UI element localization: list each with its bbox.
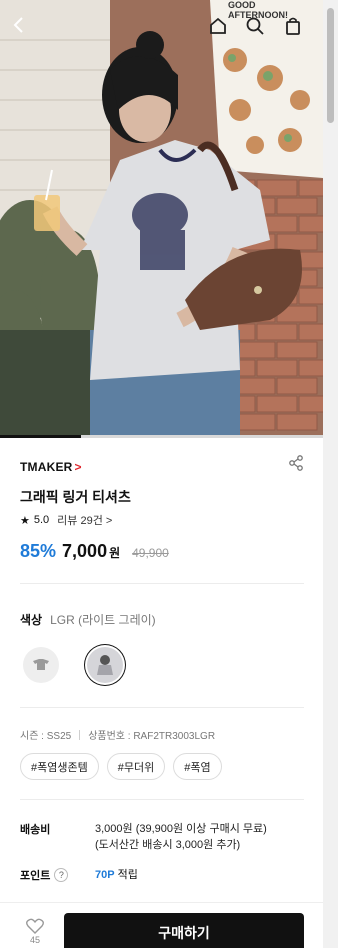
brand-name: TMAKER [20,460,73,474]
currency-unit: 원 [109,546,121,560]
color-swatch-option[interactable] [23,647,59,683]
scrollbar-thumb[interactable] [327,8,334,123]
divider [20,707,304,708]
hashtag-list: #폭염생존템 #무더위 #폭염 [20,753,222,780]
meta-separator [79,729,81,740]
product-number: 상품번호 : RAF2TR3003LGR [88,731,216,742]
product-meta: 시즌 : SS25 상품번호 : RAF2TR3003LGR [20,727,215,742]
shipping-label: 배송비 [20,824,51,836]
discount-rate: 85% [20,541,57,561]
sale-price: 7,000 [62,541,108,561]
bottom-action-bar: 45 구매하기 [0,902,323,948]
shipping-remote-line: (도서산간 배송시 3,000원 추가) [95,839,241,851]
price-row: 85% 7,000 원 49,900 [20,541,169,562]
brand-link[interactable]: TMAKER > [20,460,82,474]
help-icon[interactable]: ? [54,868,69,882]
star-icon: ★ [20,514,30,527]
color-value: LGR (라이트 그레이) [50,613,156,627]
divider [20,799,304,800]
season-info: 시즌 : SS25 [20,731,72,742]
points-info: 70P 적립 [95,866,138,882]
points-value: 70P [95,869,115,881]
product-title: 그래픽 링거 티셔츠 [20,489,131,505]
scrollbar[interactable] [323,0,338,948]
like-count: 45 [29,935,40,945]
image-carousel-progress-fill [0,435,81,438]
shipping-fee-line: 3,000원 (39,900원 이상 구매시 무료) [95,823,267,835]
hashtag-chip[interactable]: #폭염생존템 [20,753,99,780]
poster-sign-line2: AFTERNOON! [228,10,288,20]
divider [20,583,304,584]
back-icon[interactable] [10,16,36,42]
rating-value: 5.0 [33,514,50,526]
review-count-link[interactable]: 리뷰 29건 > [57,512,112,528]
hashtag-chip[interactable]: #무더위 [106,753,166,780]
buy-button[interactable]: 구매하기 [64,913,304,948]
share-icon[interactable] [288,455,304,471]
chevron-right-icon: > [74,460,82,474]
original-price: 49,900 [132,546,169,560]
product-page: GOOD AFTERNOON! TMAKER > 그래픽 링거 티셔츠 ★ 5.… [0,0,323,948]
points-label: 포인트 [20,870,51,882]
points-suffix: 적립 [117,869,138,881]
color-swatch-selected[interactable] [87,647,123,683]
image-carousel-progress [0,435,323,438]
shipping-info: 3,000원 (39,900원 이상 구매시 무료) (도서산간 배송시 3,0… [95,821,267,853]
poster-sign: GOOD AFTERNOON! [228,0,288,20]
color-label: 색상 [20,613,43,627]
points-label-row: 포인트 ? [20,867,69,883]
product-photo [0,0,323,437]
color-option-row: 색상 LGR (라이트 그레이) [20,611,156,628]
hashtag-chip[interactable]: #폭염 [173,753,222,780]
product-image[interactable]: GOOD AFTERNOON! [0,0,323,437]
poster-sign-line1: GOOD [228,0,256,10]
heart-icon [26,918,44,934]
rating-summary[interactable]: ★ 5.0 리뷰 29건 > [20,512,112,528]
like-button[interactable]: 45 [22,918,48,948]
